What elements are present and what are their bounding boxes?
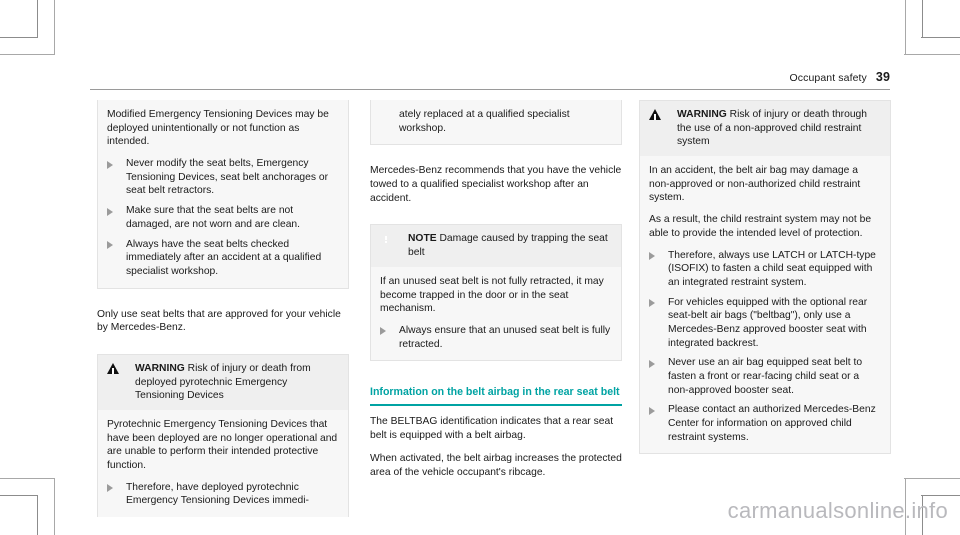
section-heading-rule xyxy=(370,404,622,407)
crop-mark-bottom-left-horizontal xyxy=(0,495,38,496)
crop-mark-bottom-left-horizontal-outer xyxy=(0,478,55,479)
bullet-triangle-icon xyxy=(107,484,113,493)
crop-mark-top-right-horizontal xyxy=(921,37,960,38)
list-item-text: Make sure that the seat belts are not da… xyxy=(126,205,301,230)
bullet-triangle-icon xyxy=(107,160,113,169)
list-item-text: ately replaced at a qualified specialist… xyxy=(399,109,570,134)
list-item: Never use an air bag equipped seat belt … xyxy=(649,356,881,397)
list-item-text: For vehicles equipped with the optional … xyxy=(668,296,868,349)
paragraph: If an unused seat belt is not fully retr… xyxy=(380,275,604,315)
warning-callout-pyrotechnic-continued: ately replaced at a qualified specialist… xyxy=(370,100,622,146)
crop-mark-top-right-vertical-outer xyxy=(905,0,906,54)
note-callout-header: NOTE Damage caused by trapping the seat … xyxy=(371,225,621,267)
crop-mark-top-left-vertical xyxy=(37,0,38,38)
paragraph: Pyrotechnic Emergency Tensioning Devices… xyxy=(107,419,338,472)
crop-mark-top-left-vertical-outer xyxy=(54,0,55,54)
column-3: WARNING Risk of injury or death through … xyxy=(639,100,891,464)
paragraph-approved-seat-belts: Only use seat belts that are approved fo… xyxy=(97,308,341,334)
bullet-triangle-icon xyxy=(649,252,655,260)
bullet-triangle-icon xyxy=(649,299,655,308)
warning-callout-header: WARNING Risk of injury or death through … xyxy=(640,101,890,157)
bullet-list: Always ensure that an unused seat belt i… xyxy=(380,324,612,351)
warning-callout-title: WARNING Risk of injury or death through … xyxy=(649,108,881,149)
crop-mark-top-left-horizontal xyxy=(0,37,38,38)
bullet-triangle-icon xyxy=(107,241,113,249)
bullet-list: Therefore, always use LATCH or LATCH-typ… xyxy=(649,249,881,445)
paragraph-beltbag-identification: The BELTBAG identification indicates tha… xyxy=(370,416,614,441)
paragraph-towing-recommendation: Mercedes-Benz recommends that you have t… xyxy=(370,165,622,204)
list-item: ately replaced at a qualified specialist… xyxy=(380,108,612,135)
note-keyword: NOTE xyxy=(408,233,437,245)
crop-mark-top-left-horizontal-outer xyxy=(0,54,55,55)
running-head-section-title: Occupant safety xyxy=(789,72,867,84)
note-square-icon xyxy=(380,233,393,245)
list-item: Always ensure that an unused seat belt i… xyxy=(380,324,612,351)
list-item-text: Never modify the seat belts, Emergency T… xyxy=(126,158,329,197)
column-1: Modified Emergency Tensioning Devices ma… xyxy=(97,100,349,527)
paragraph: Modified Emergency Tensioning Devices ma… xyxy=(107,109,329,148)
crop-mark-bottom-right-horizontal-outer xyxy=(904,478,960,479)
warning-callout-header: WARNING Risk of injury or death from dep… xyxy=(98,354,348,410)
warning-callout-continued: Modified Emergency Tensioning Devices ma… xyxy=(97,100,349,289)
list-item: Please contact an authorized Mercedes-Be… xyxy=(649,403,881,444)
paragraph: As a result, the child restraint system … xyxy=(649,214,872,239)
manual-page: Occupant safety 39 Modified Emergency Ten… xyxy=(0,0,960,535)
paragraph: In an accident, the belt air bag may dam… xyxy=(649,165,861,204)
list-item-text: Always ensure that an unused seat belt i… xyxy=(399,324,611,350)
warning-triangle-icon xyxy=(649,109,662,121)
note-callout-body: If an unused seat belt is not fully retr… xyxy=(371,266,621,361)
crop-mark-top-right-vertical xyxy=(922,0,923,38)
warning-callout-body: In an accident, the belt air bag may dam… xyxy=(640,156,890,454)
header-rule xyxy=(90,89,890,90)
warning-triangle-icon xyxy=(107,362,120,375)
section-heading: Information on the belt airbag in the re… xyxy=(370,386,620,399)
warning-callout-pyrotechnic: WARNING Risk of injury or death from dep… xyxy=(97,353,349,518)
list-item-text: Never use an air bag equipped seat belt … xyxy=(668,357,863,396)
bullet-triangle-icon xyxy=(649,359,655,368)
list-item: For vehicles equipped with the optional … xyxy=(649,296,881,351)
watermark: carmanualsonline.info xyxy=(727,498,948,523)
page-number: 39 xyxy=(875,70,890,84)
column-2: ately replaced at a qualified specialist… xyxy=(370,100,622,480)
paragraph-beltbag-activation: When activated, the belt airbag increase… xyxy=(370,453,622,479)
list-item-text: Therefore, always use LATCH or LATCH-typ… xyxy=(668,249,876,288)
note-callout-title: NOTE Damage caused by trapping the seat … xyxy=(380,232,612,259)
warning-keyword: WARNING xyxy=(135,362,185,374)
list-item: Never modify the seat belts, Emergency T… xyxy=(107,157,339,198)
list-item-text: Always have the seat belts checked immed… xyxy=(126,238,322,277)
note-title-text: Damage caused by trapping the seat belt xyxy=(408,233,608,259)
warning-callout-child-restraint: WARNING Risk of injury or death through … xyxy=(639,100,891,455)
crop-mark-top-right-horizontal-outer xyxy=(904,54,960,55)
note-callout-trapped-belt: NOTE Damage caused by trapping the seat … xyxy=(370,224,622,362)
warning-callout-continued-body: ately replaced at a qualified specialist… xyxy=(371,100,621,145)
list-item-text: Please contact an authorized Mercedes-Be… xyxy=(668,404,876,443)
list-item: Always have the seat belts checked immed… xyxy=(107,238,339,279)
warning-keyword: WARNING xyxy=(677,109,727,120)
list-item: Make sure that the seat belts are not da… xyxy=(107,204,339,231)
bullet-list: ately replaced at a qualified specialist… xyxy=(380,108,612,135)
warning-callout-title: WARNING Risk of injury or death from dep… xyxy=(107,362,339,403)
bullet-triangle-icon xyxy=(649,406,655,415)
bullet-triangle-icon xyxy=(107,207,113,216)
list-item: Therefore, always use LATCH or LATCH-typ… xyxy=(649,249,881,290)
crop-mark-bottom-right-horizontal xyxy=(921,495,960,496)
bullet-triangle-icon xyxy=(380,327,386,336)
running-head: Occupant safety 39 xyxy=(95,70,890,84)
warning-callout-continued-body: Modified Emergency Tensioning Devices ma… xyxy=(98,100,348,288)
bullet-list: Never modify the seat belts, Emergency T… xyxy=(107,157,339,279)
